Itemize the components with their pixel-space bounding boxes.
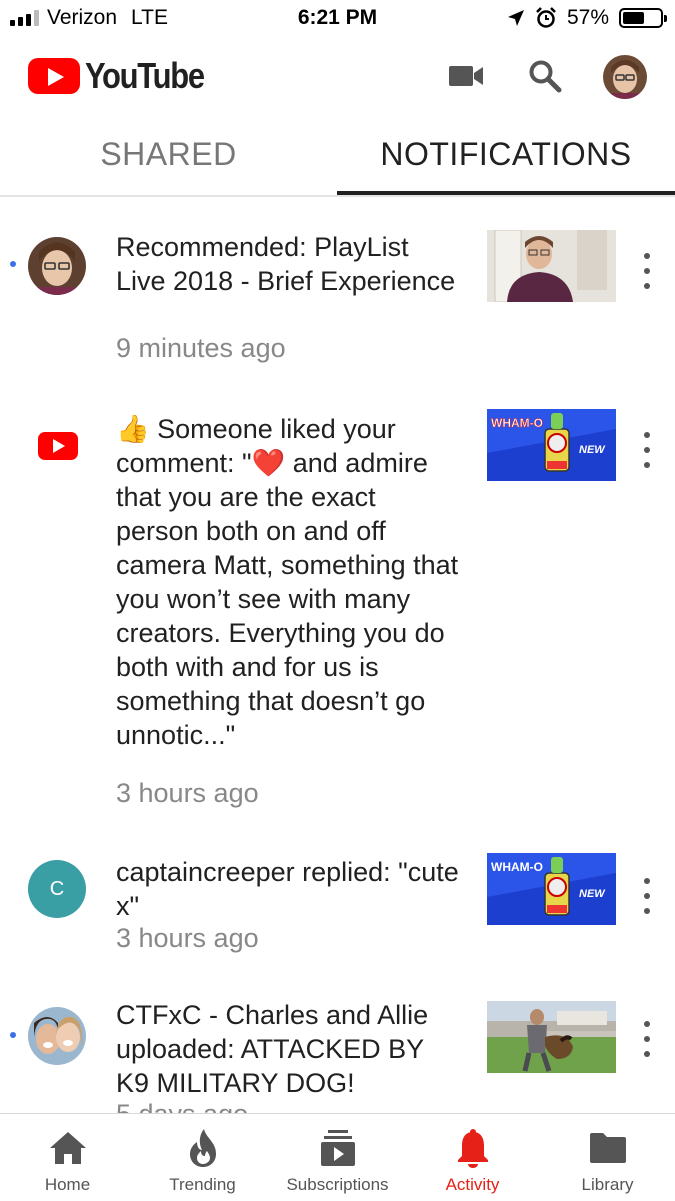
nav-label: Home [44, 1175, 91, 1194]
video-thumbnail[interactable] [487, 1001, 616, 1073]
notification-item[interactable]: C captaincreeper replied: "cute x" 3 hou… [0, 853, 675, 965]
subscriptions-icon [320, 1127, 356, 1169]
unread-dot [10, 1032, 16, 1038]
more-options-icon[interactable] [638, 878, 656, 914]
nav-label: Library [581, 1175, 634, 1194]
notification-text: 👍 Someone liked your comment: "❤️ and ad… [116, 412, 461, 752]
notification-list: Recommended: PlayList Live 2018 - Brief … [0, 197, 675, 1115]
more-options-icon[interactable] [638, 253, 656, 289]
notification-time: 9 minutes ago [116, 333, 286, 363]
video-thumbnail[interactable]: WHAM-O NEW [487, 409, 616, 481]
notification-text: Recommended: PlayList Live 2018 - Brief … [116, 232, 456, 296]
tab-bar: SHARED NOTIFICATIONS [0, 115, 675, 197]
status-bar: Verizon LTE 6:21 PM 57% [0, 0, 675, 40]
notification-item[interactable]: Recommended: PlayList Live 2018 - Brief … [0, 230, 675, 373]
notification-text-part: and admire that you are the exact person… [116, 448, 459, 750]
nav-label: Activity [445, 1175, 500, 1194]
thumbnail-brand-text: WHAM-O [491, 860, 543, 874]
battery-icon [619, 8, 667, 28]
more-options-icon[interactable] [638, 1021, 656, 1057]
nav-trending[interactable]: Trending [135, 1114, 270, 1201]
youtube-icon [38, 432, 78, 460]
app-header: YouTube [0, 40, 675, 115]
tab-notifications[interactable]: NOTIFICATIONS [337, 115, 675, 195]
nav-label: Trending [169, 1175, 236, 1194]
youtube-play-icon [28, 58, 80, 94]
location-arrow-icon [507, 10, 524, 26]
home-icon [48, 1127, 88, 1169]
thumbnail-badge-text: NEW [579, 444, 606, 456]
nav-label: Subscriptions [286, 1175, 389, 1194]
alarm-icon [536, 7, 556, 28]
battery-percent: 57% [566, 6, 609, 29]
notification-time: 3 hours ago [116, 923, 259, 953]
heart-emoji: ❤️ [251, 448, 286, 478]
channel-avatar[interactable]: C [28, 860, 86, 918]
notification-text: captaincreeper replied: "cute x" [116, 857, 459, 921]
notification-item[interactable]: 👍 Someone liked your comment: "❤️ and ad… [0, 409, 675, 832]
nav-subscriptions[interactable]: Subscriptions [270, 1114, 405, 1201]
youtube-logo[interactable]: YouTube [28, 55, 223, 97]
thumbs-up-emoji: 👍 [116, 414, 150, 444]
video-camera-icon[interactable] [444, 56, 488, 96]
nav-library[interactable]: Library [540, 1114, 675, 1201]
more-options-icon[interactable] [638, 432, 656, 468]
logo-text: YouTube [85, 55, 205, 96]
tab-shared[interactable]: SHARED [0, 115, 337, 193]
account-avatar[interactable] [603, 55, 647, 99]
notification-item[interactable]: CTFxC - Charles and Allie uploaded: ATTA… [0, 1000, 675, 1115]
channel-avatar[interactable] [28, 1007, 86, 1065]
bottom-nav: Home Trending Subscriptions Activity Lib… [0, 1113, 675, 1201]
channel-avatar[interactable] [28, 237, 86, 295]
bell-icon [457, 1127, 489, 1169]
thumbnail-brand-text: WHAM-O [491, 416, 543, 430]
thumbnail-badge-text: NEW [579, 888, 606, 900]
video-thumbnail[interactable]: WHAM-O NEW [487, 853, 616, 925]
folder-icon [589, 1127, 627, 1169]
unread-dot [10, 261, 16, 267]
notification-time: 3 hours ago [116, 778, 259, 808]
video-thumbnail[interactable] [487, 230, 616, 302]
search-icon[interactable] [523, 56, 567, 96]
nav-activity[interactable]: Activity [405, 1114, 540, 1201]
flame-icon [188, 1127, 218, 1169]
nav-home[interactable]: Home [0, 1114, 135, 1201]
notification-text: CTFxC - Charles and Allie uploaded: ATTA… [116, 1000, 429, 1098]
